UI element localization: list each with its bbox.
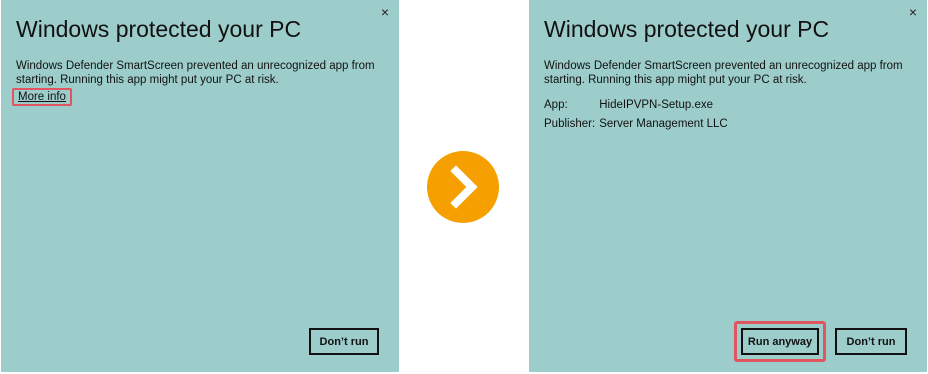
dont-run-button[interactable]: Don’t run [835, 328, 907, 355]
dont-run-button[interactable]: Don’t run [309, 328, 379, 355]
smartscreen-dialog-initial: Windows protected your PC × Windows Defe… [1, 0, 399, 372]
more-info-link[interactable]: More info [12, 88, 72, 106]
app-info-row: App: HideIPVPN-Setup.exe [544, 99, 713, 111]
close-icon[interactable]: × [381, 4, 389, 20]
chevron-right-icon [450, 165, 478, 209]
warning-message-line: starting. Running this app might put you… [16, 74, 279, 86]
app-value: HideIPVPN-Setup.exe [599, 99, 713, 111]
app-label: App: [544, 99, 568, 111]
close-icon[interactable]: × [909, 4, 917, 20]
smartscreen-dialog-expanded: Windows protected your PC × Windows Defe… [529, 0, 927, 372]
dialog-title: Windows protected your PC [544, 16, 830, 42]
run-anyway-button[interactable]: Run anyway [741, 328, 819, 355]
publisher-value: Server Management LLC [599, 118, 728, 130]
next-step-arrow [427, 151, 499, 223]
warning-message-line: starting. Running this app might put you… [544, 74, 807, 86]
warning-message-line: Windows Defender SmartScreen prevented a… [544, 60, 903, 72]
warning-message-line: Windows Defender SmartScreen prevented a… [16, 60, 375, 72]
dialog-title: Windows protected your PC [16, 16, 302, 42]
publisher-info-row: Publisher: Server Management LLC [544, 118, 728, 130]
warning-message: Windows Defender SmartScreen prevented a… [544, 59, 904, 87]
warning-message: Windows Defender SmartScreen prevented a… [16, 59, 376, 87]
publisher-label: Publisher: [544, 118, 596, 130]
